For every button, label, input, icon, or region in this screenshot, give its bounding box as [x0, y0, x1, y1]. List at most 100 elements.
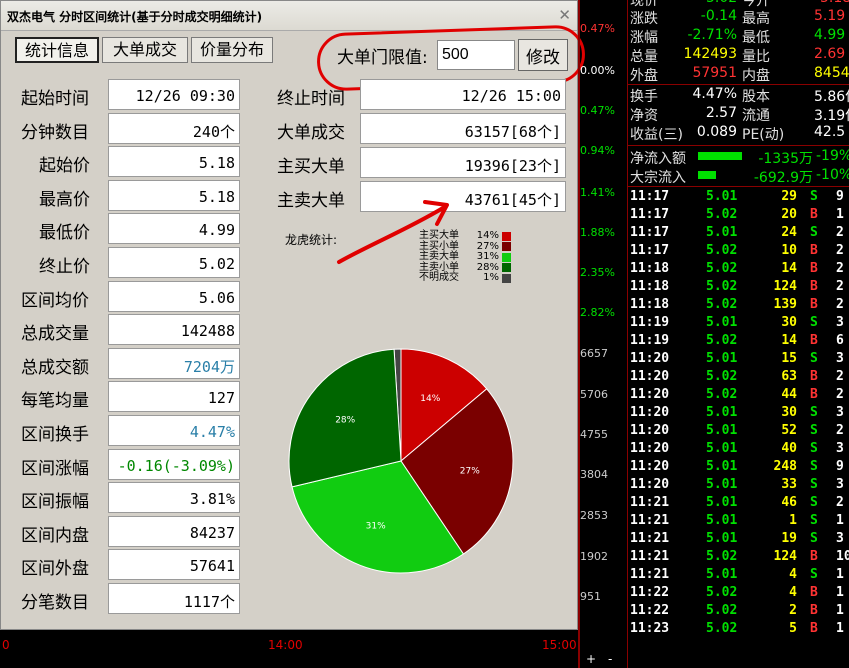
- trade-time: 11:22: [630, 585, 670, 600]
- trade-count: 2: [836, 369, 844, 384]
- trade-count: 3: [836, 441, 844, 456]
- trade-row: 11:17 5.02 10 B 2: [630, 243, 849, 261]
- trade-price: 5.01: [706, 423, 738, 438]
- tab-price-volume[interactable]: 价量分布: [191, 37, 273, 63]
- quote-value: 4.47%: [692, 86, 737, 102]
- trade-price: 5.02: [706, 603, 738, 618]
- quote-value: 42.5: [814, 124, 846, 140]
- trade-volume: 52: [781, 423, 797, 438]
- trade-direction: B: [810, 369, 818, 384]
- field-label: 区间振幅: [21, 492, 89, 513]
- trade-price: 5.02: [706, 333, 738, 348]
- trade-count: 3: [836, 315, 844, 330]
- trade-price: 5.02: [706, 387, 738, 402]
- quote-label: PE(动): [742, 127, 785, 143]
- time-axis-label: 14:00: [268, 638, 303, 652]
- trade-time: 11:20: [630, 441, 670, 456]
- trade-count: 10: [836, 549, 849, 564]
- pie-legend: 主买大单 14% 主买小单 27% 主卖大单 31% 主卖小单 28% 不明成交 1%: [419, 230, 511, 284]
- time-axis-label: 0: [2, 638, 10, 652]
- quote-label: 量比: [742, 49, 770, 65]
- trade-count: 2: [836, 495, 844, 510]
- field-label: 区间换手: [21, 425, 89, 445]
- trade-time: 11:21: [630, 549, 670, 564]
- trade-price: 5.01: [706, 225, 738, 240]
- axis-label: 0.00%: [580, 64, 615, 77]
- tab-big-orders[interactable]: 大单成交: [102, 37, 188, 63]
- trade-time: 11:21: [630, 567, 670, 582]
- trade-volume: 40: [781, 441, 797, 456]
- trade-price: 5.02: [706, 261, 738, 276]
- field-value: 63157[68个]: [360, 113, 566, 144]
- trade-price: 5.02: [706, 243, 738, 258]
- legend-pct: 31%: [476, 251, 499, 262]
- field-label: 最高价: [39, 189, 90, 210]
- field-label: 起始时间: [21, 89, 89, 109]
- quote-label: 涨幅: [630, 30, 658, 46]
- quote-row: 涨幅 -2.71% 最低 4.99: [628, 27, 849, 46]
- quote-label: 内盘: [742, 68, 770, 84]
- time-axis-label: 15:00: [542, 638, 577, 652]
- quote-row: 收益(三) 0.089 PE(动) 42.5: [628, 124, 849, 143]
- field-value: 12/26 09:30: [108, 79, 240, 110]
- tab-stats-info[interactable]: 统计信息: [15, 37, 99, 63]
- trade-direction: S: [810, 405, 818, 420]
- quote-label: 净资: [630, 108, 658, 124]
- trade-row: 11:21 5.01 4 S 1: [630, 567, 849, 585]
- field-label: 大单成交: [277, 123, 345, 143]
- trade-row: 11:20 5.01 30 S 3: [630, 405, 849, 423]
- trade-count: 3: [836, 405, 844, 420]
- trade-direction: B: [810, 261, 818, 276]
- quote-value: 2.69: [814, 46, 846, 62]
- dialog-title: 双杰电气 分时区间统计(基于分时成交明细统计): [1, 1, 577, 31]
- field-value: 5.06: [108, 280, 240, 312]
- axis-label: 2.82%: [580, 306, 615, 319]
- trade-count: 2: [836, 279, 844, 294]
- legend-pct: 1%: [483, 272, 499, 283]
- field-value: 5.02: [108, 247, 240, 278]
- trade-direction: B: [810, 585, 818, 600]
- trade-direction: S: [810, 225, 818, 240]
- trade-price: 5.02: [706, 207, 738, 222]
- field-value: 5.18: [108, 179, 240, 211]
- trade-volume: 139: [773, 297, 797, 312]
- trade-direction: S: [810, 351, 818, 366]
- quote-row: 外盘 57951 内盘 84542: [628, 65, 849, 84]
- trade-count: 1: [836, 603, 844, 618]
- trade-count: 2: [836, 243, 844, 258]
- quote-value: -0.14: [700, 8, 737, 24]
- trade-row: 11:18 5.02 14 B 2: [630, 261, 849, 279]
- quote-label: 涨跌: [630, 11, 658, 27]
- quote-value: 4.99: [814, 27, 846, 43]
- trade-volume: 30: [781, 405, 797, 420]
- trade-time: 11:21: [630, 531, 670, 546]
- trade-volume: 33: [781, 477, 797, 492]
- trade-direction: B: [810, 279, 818, 294]
- quote-row: 涨跌 -0.14 最高 5.19: [628, 8, 849, 27]
- field-label: 终止时间: [277, 89, 345, 109]
- trade-row: 11:20 5.02 44 B 2: [630, 387, 849, 405]
- axis-label: 5706: [580, 388, 608, 401]
- quote-value: -2.71%: [687, 27, 737, 43]
- flow-bar: [698, 152, 742, 160]
- quote-label: 换手: [630, 89, 658, 105]
- quote-label: 流通: [742, 108, 770, 124]
- trade-time: 11:21: [630, 513, 670, 528]
- legend-name: 主买大单: [419, 230, 459, 241]
- trade-time: 11:20: [630, 351, 670, 366]
- trade-price: 5.01: [706, 441, 738, 456]
- trade-direction: B: [810, 297, 818, 312]
- trade-price: 5.01: [706, 513, 738, 528]
- trade-volume: 29: [781, 189, 797, 204]
- close-icon[interactable]: ✕: [558, 6, 571, 24]
- trade-time: 11:17: [630, 189, 670, 204]
- trade-row: 11:18 5.02 124 B 2: [630, 279, 849, 297]
- trade-volume: 248: [773, 459, 797, 474]
- trade-count: 1: [836, 207, 844, 222]
- quote-label: 外盘: [630, 68, 658, 84]
- trade-price: 5.01: [706, 495, 738, 510]
- legend-name: 主卖大单: [419, 251, 459, 262]
- trade-price: 5.02: [706, 585, 738, 600]
- trade-count: 2: [836, 297, 844, 312]
- trade-row: 11:17 5.02 20 B 1: [630, 207, 849, 225]
